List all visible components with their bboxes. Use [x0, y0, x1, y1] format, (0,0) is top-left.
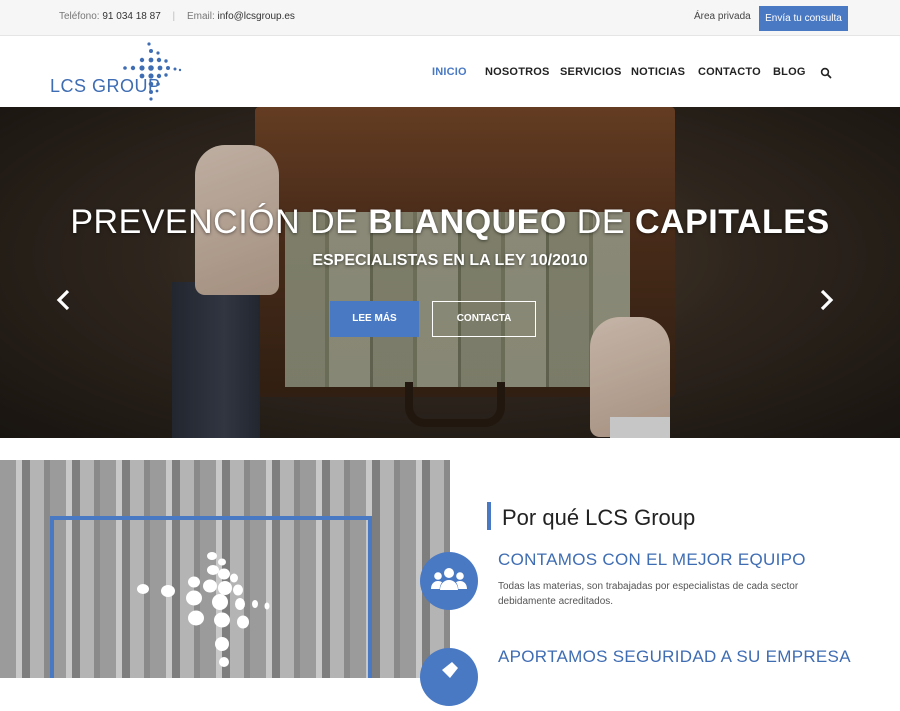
hero-title: PREVENCIÓN DE BLANQUEO DE CAPITALES	[0, 203, 900, 242]
contact-separator: |	[172, 11, 176, 22]
team-icon-glyph	[431, 568, 467, 590]
feature-title: APORTAMOS SEGURIDAD A SU EMPRESA	[498, 647, 851, 666]
top-bar: Teléfono: 91 034 18 87 | Email: info@lcs…	[0, 0, 900, 36]
logo[interactable]: LCS GROUP	[50, 41, 185, 103]
nav-item-blog[interactable]: BLOG	[773, 66, 806, 78]
site-header: LCS GROUP INICIO NOSOTROS SERVICIOS NOTI…	[0, 37, 900, 107]
read-more-button[interactable]: LEE MÁS	[330, 301, 419, 337]
why-section-title: Por qué LCS Group	[502, 505, 696, 530]
email-label: Email:	[186, 11, 215, 22]
hero-slider: PREVENCIÓN DE BLANQUEO DE CAPITALES ESPE…	[0, 107, 900, 438]
search-icon[interactable]	[820, 67, 832, 79]
email-link[interactable]: info@lcsgroup.es	[218, 11, 295, 22]
hero-subtitle: ESPECIALISTAS EN LA LEY 10/2010	[312, 252, 588, 269]
logo-dots-watermark	[137, 552, 270, 667]
contact-button[interactable]: CONTACTA	[432, 301, 536, 337]
feature-title: CONTAMOS CON EL MEJOR EQUIPO	[498, 550, 806, 569]
contact-info: Teléfono: 91 034 18 87 | Email: info@lcs…	[59, 11, 295, 22]
nav-item-noticias[interactable]: NOTICIAS	[631, 66, 685, 78]
phone-label: Teléfono:	[59, 11, 100, 22]
send-inquiry-button[interactable]: Envía tu consulta	[759, 6, 848, 31]
nav-item-servicios[interactable]: SERVICIOS	[560, 66, 622, 78]
security-icon	[420, 648, 478, 706]
nav-item-contacto[interactable]: CONTACTO	[698, 66, 761, 78]
section-accent-bar	[487, 502, 491, 530]
hero-title-part: PREVENCIÓN DE	[70, 203, 369, 241]
team-icon	[420, 552, 478, 610]
about-image	[0, 460, 450, 678]
logo-wordmark: LCS GROUP	[50, 76, 161, 96]
hero-title-strong: BLANQUEO	[368, 203, 567, 241]
hero-overlay	[0, 107, 900, 438]
nav-item-nosotros[interactable]: NOSOTROS	[485, 66, 550, 78]
hero-title-strong: CAPITALES	[634, 203, 830, 241]
hero-title-part: DE	[566, 203, 635, 241]
chevron-right-icon[interactable]	[816, 288, 836, 312]
chevron-left-icon[interactable]	[54, 288, 74, 312]
phone-number[interactable]: 91 034 18 87	[102, 11, 160, 22]
security-icon-glyph	[442, 662, 458, 678]
private-area-link[interactable]: Área privada	[694, 11, 751, 22]
feature-text: Todas las materias, son trabajadas por e…	[498, 581, 799, 607]
nav-item-inicio[interactable]: INICIO	[432, 66, 467, 78]
